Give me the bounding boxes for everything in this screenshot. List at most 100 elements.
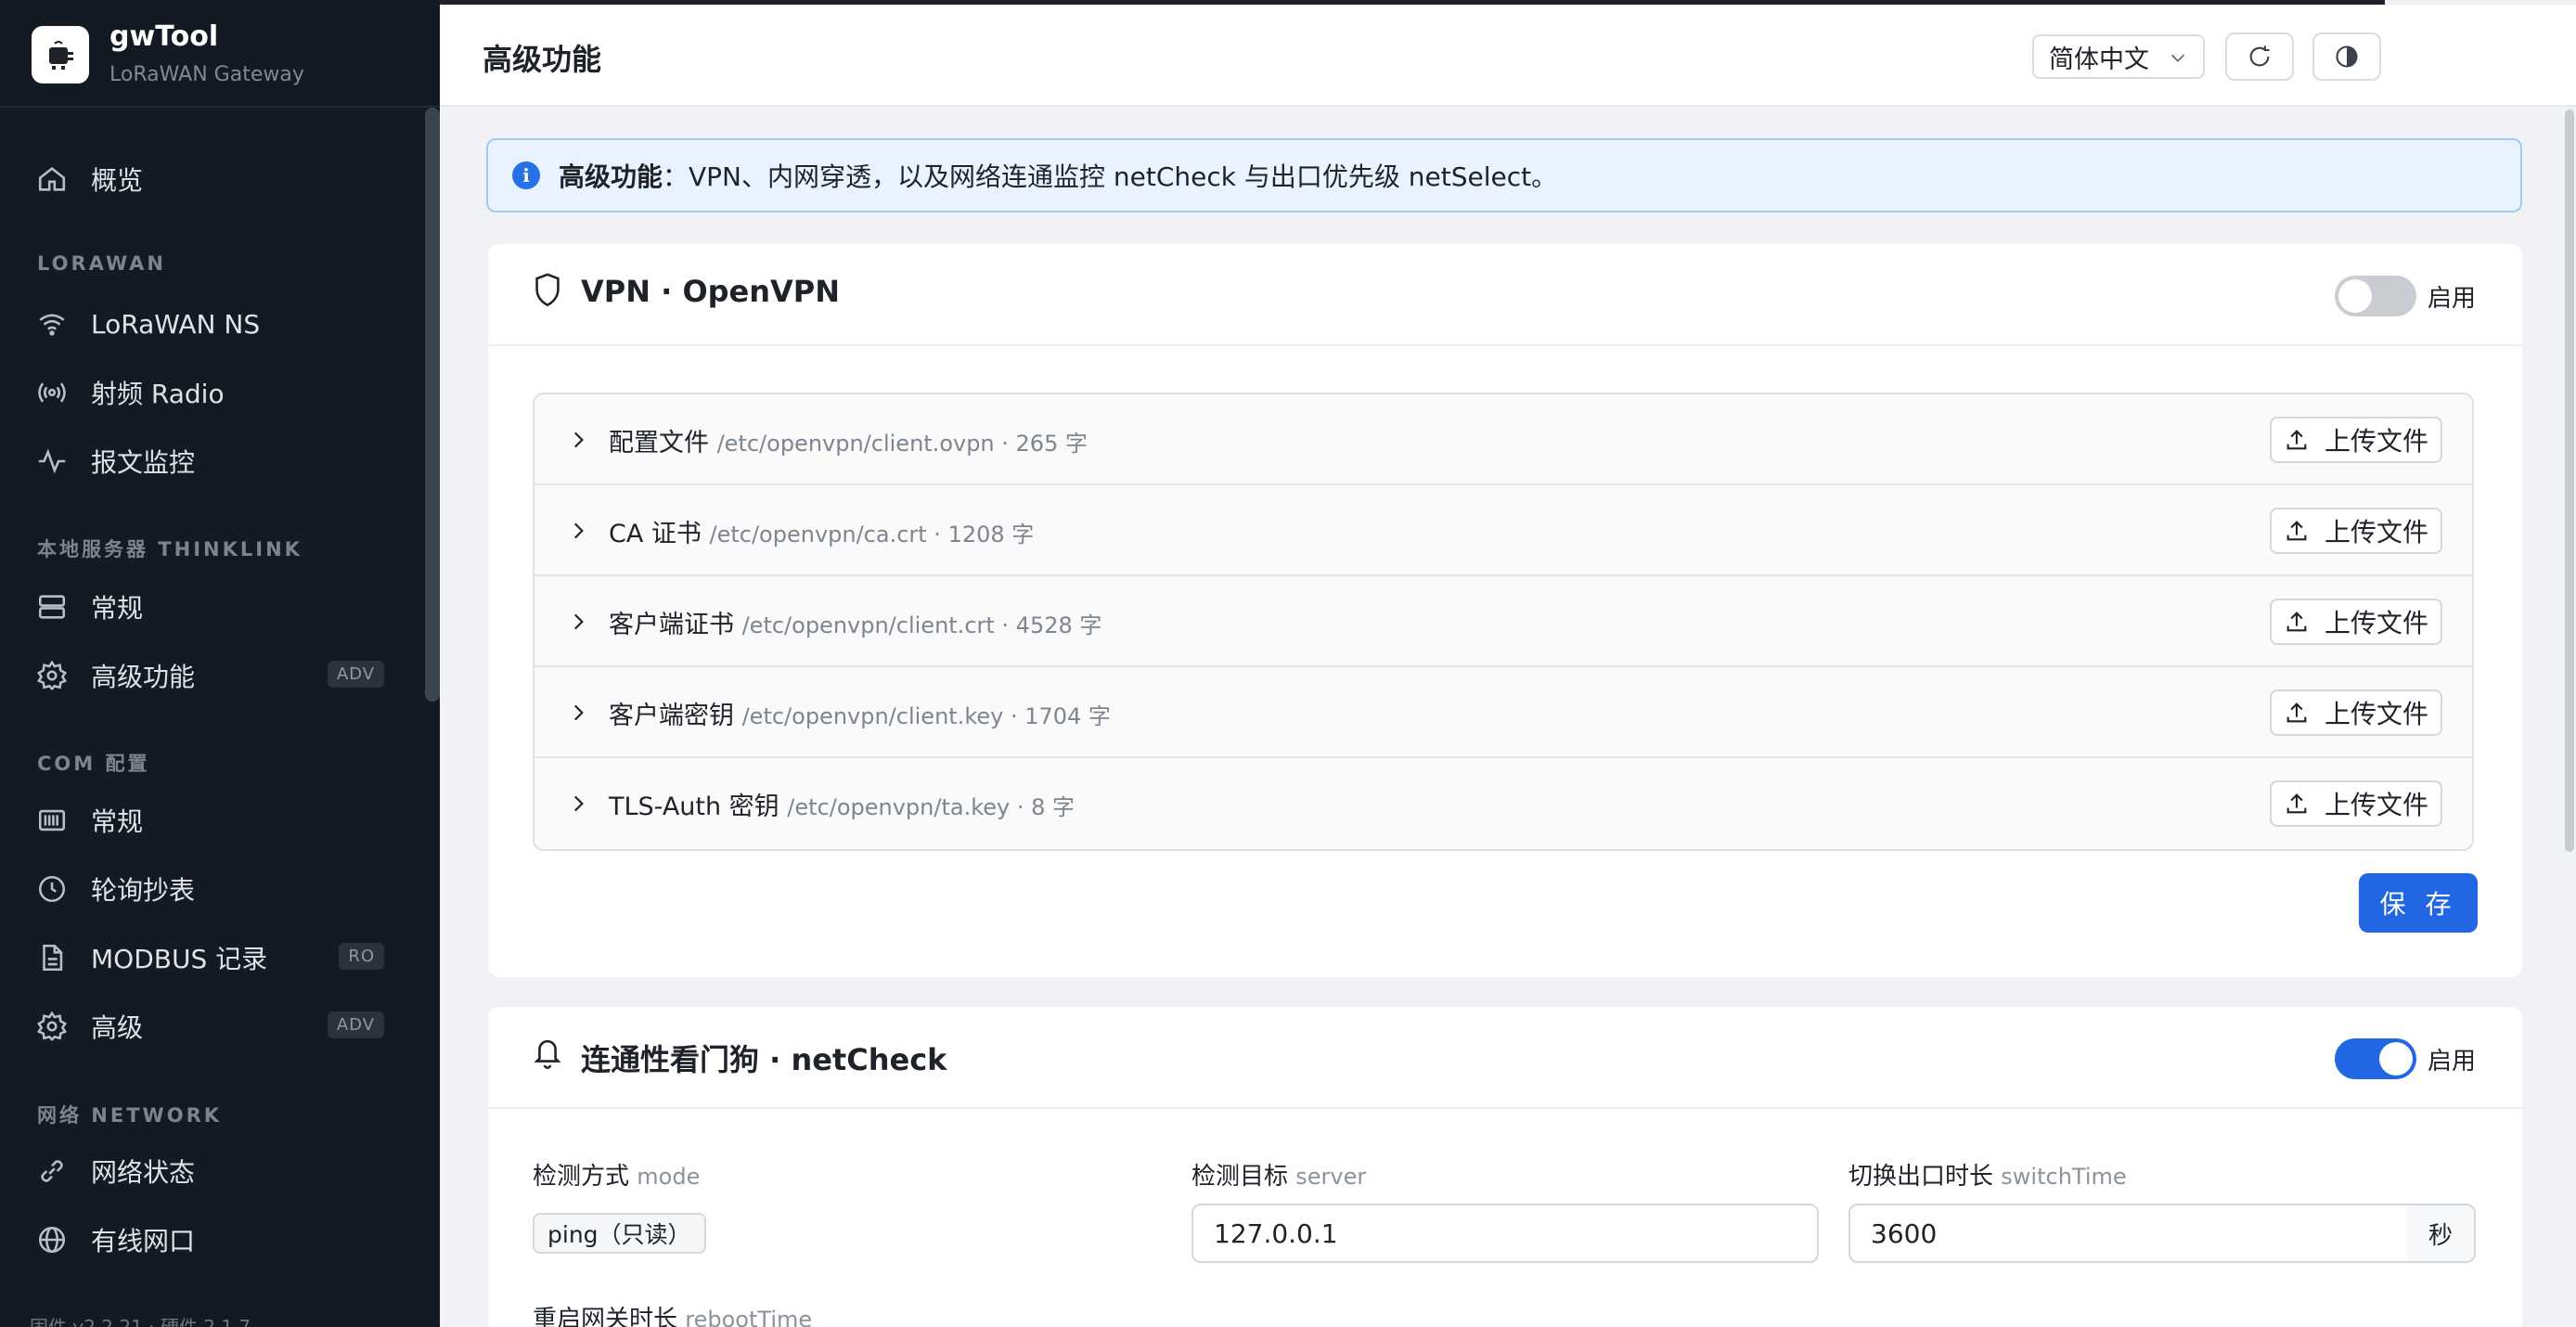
chevron-right-icon — [573, 432, 584, 448]
reboottime-label: 重启网关时长 rebootTime — [533, 1300, 812, 1327]
sidebar-section-lorawan: LORAWAN — [37, 252, 167, 275]
file-row-client-key[interactable]: 客户端密钥 /etc/openvpn/client.key · 1704 字 上… — [535, 667, 2472, 758]
sidebar-section-com: COM 配置 — [37, 753, 150, 775]
upload-icon — [2286, 793, 2307, 814]
label-en: mode — [637, 1164, 701, 1190]
radio-icon — [35, 376, 69, 409]
sidebar-item-label: 高级 — [91, 1012, 144, 1043]
upload-label: 上传文件 — [2324, 790, 2428, 820]
server-input[interactable]: 127.0.0.1 — [1191, 1204, 1819, 1263]
netcheck-enable-label: 启用 — [2428, 1048, 2477, 1076]
gateway-logo-icon — [32, 26, 89, 84]
label-en: server — [1295, 1164, 1367, 1190]
label-zh: 检测方式 — [533, 1163, 630, 1191]
chevron-down-icon — [2170, 54, 2185, 62]
upload-button[interactable]: 上传文件 — [2270, 780, 2442, 827]
upload-button[interactable]: 上传文件 — [2270, 599, 2442, 645]
file-name: TLS-Auth 密钥 — [609, 792, 779, 821]
sidebar-item-modbus-log[interactable]: MODBUS 记录 RO — [35, 932, 406, 984]
main-scrollbar[interactable] — [2565, 110, 2574, 852]
sidebar-item-lorawan-ns[interactable]: LoRaWAN NS — [35, 298, 406, 350]
sidebar-item-label: 网络状态 — [91, 1157, 196, 1188]
link-icon — [35, 1154, 69, 1188]
file-row-tls-auth[interactable]: TLS-Auth 密钥 /etc/openvpn/ta.key · 8 字 上传… — [535, 758, 2472, 849]
switchtime-label: 切换出口时长 switchTime — [1848, 1157, 2127, 1192]
brand: gwTool LoRaWAN Gateway — [0, 0, 440, 108]
label-zh: 重启网关时长 — [533, 1306, 678, 1327]
server-label: 检测目标 server — [1191, 1157, 1366, 1192]
upload-label: 上传文件 — [2324, 517, 2428, 548]
sidebar-section-thinklink: 本地服务器 THINKLINK — [37, 538, 303, 560]
switchtime-unit: 秒 — [2407, 1204, 2476, 1263]
sidebar-item-label: 常规 — [91, 806, 144, 837]
sidebar-item-overview[interactable]: 概览 — [35, 153, 406, 205]
upload-button[interactable]: 上传文件 — [2270, 689, 2442, 736]
file-name: 客户端密钥 — [609, 702, 734, 730]
gear-icon — [35, 659, 69, 692]
vpn-enable-label: 启用 — [2428, 285, 2477, 313]
language-value: 简体中文 — [2049, 45, 2149, 74]
sidebar-item-com-general[interactable]: 常规 — [35, 794, 406, 846]
sidebar-item-network-status[interactable]: 网络状态 — [35, 1145, 406, 1197]
brand-title: gwTool — [109, 20, 219, 53]
theme-toggle-button[interactable] — [2312, 32, 2381, 81]
netcheck-card-title: 连通性看门狗 · netCheck — [581, 1042, 947, 1077]
upload-label: 上传文件 — [2324, 699, 2428, 729]
sidebar-item-label: 有线网口 — [91, 1226, 196, 1256]
netcheck-enable-toggle[interactable] — [2335, 1038, 2416, 1079]
file-path: /etc/openvpn/ta.key · 8 字 — [787, 794, 1075, 820]
sidebar-item-label: MODBUS 记录 — [91, 944, 268, 974]
upload-icon — [2286, 702, 2307, 723]
sidebar-item-thinklink-advanced[interactable]: 高级功能 ADV — [35, 650, 406, 702]
chevron-right-icon — [573, 704, 584, 721]
switchtime-input[interactable]: 3600 — [1848, 1204, 2409, 1263]
file-path: /etc/openvpn/client.ovpn · 265 字 — [716, 431, 1088, 457]
sidebar-item-polling[interactable]: 轮询抄表 — [35, 863, 406, 915]
header: 高级功能 简体中文 — [440, 5, 2576, 107]
upload-button[interactable]: 上传文件 — [2270, 508, 2442, 554]
refresh-icon — [2249, 45, 2270, 67]
globe-icon — [35, 1223, 69, 1256]
sidebar: gwTool LoRaWAN Gateway 概览 LORAWAN LoRaWA… — [0, 0, 440, 1327]
bell-icon — [534, 1039, 561, 1069]
save-button[interactable]: 保 存 — [2359, 873, 2478, 933]
sidebar-scrollbar[interactable] — [425, 108, 440, 702]
sidebar-item-label: 概览 — [91, 165, 144, 196]
clock-icon — [35, 872, 69, 906]
sidebar-item-ethernet[interactable]: 有线网口 — [35, 1214, 406, 1266]
file-row-config[interactable]: 配置文件 /etc/openvpn/client.ovpn · 265 字 上传… — [535, 394, 2472, 485]
ro-badge: RO — [339, 943, 384, 970]
upload-button[interactable]: 上传文件 — [2270, 417, 2442, 463]
sidebar-item-label: 射频 Radio — [91, 379, 225, 409]
vpn-enable-toggle[interactable] — [2335, 276, 2416, 316]
vpn-card: VPN · OpenVPN 启用 配置文件 /etc/openvpn/clien… — [488, 244, 2522, 977]
chevron-right-icon — [573, 613, 584, 630]
file-row-client-cert[interactable]: 客户端证书 /etc/openvpn/client.crt · 4528 字 上… — [535, 576, 2472, 667]
upload-icon — [2286, 521, 2307, 541]
adv-badge: ADV — [327, 661, 384, 688]
file-path: /etc/openvpn/client.key · 1704 字 — [741, 703, 1111, 729]
vpn-card-title: VPN · OpenVPN — [581, 274, 841, 309]
banner-title: 高级功能 — [559, 161, 663, 192]
sidebar-item-label: LoRaWAN NS — [91, 308, 261, 340]
document-icon — [35, 941, 69, 974]
page-title: 高级功能 — [483, 42, 602, 77]
sidebar-item-com-advanced[interactable]: 高级 ADV — [35, 1000, 406, 1052]
sidebar-item-thinklink-general[interactable]: 常规 — [35, 581, 406, 633]
file-name: CA 证书 — [609, 520, 702, 548]
refresh-button[interactable] — [2225, 32, 2294, 81]
sidebar-item-label: 轮询抄表 — [91, 875, 196, 906]
label-en: rebootTime — [685, 1307, 813, 1327]
file-row-ca[interactable]: CA 证书 /etc/openvpn/ca.crt · 1208 字 上传文件 — [535, 485, 2472, 576]
mode-readonly-value: ping（只读） — [533, 1213, 706, 1254]
file-name: 配置文件 — [609, 429, 709, 457]
gear-icon — [35, 1010, 69, 1043]
sidebar-item-packet-monitor[interactable]: 报文监控 — [35, 435, 406, 487]
sidebar-item-radio[interactable]: 射频 Radio — [35, 367, 406, 419]
upload-icon — [2286, 612, 2307, 632]
netcheck-card-header: 连通性看门狗 · netCheck 启用 — [488, 1007, 2522, 1109]
shield-icon — [535, 273, 560, 307]
language-select[interactable]: 简体中文 — [2032, 34, 2205, 79]
wifi-icon — [35, 307, 69, 341]
toggle-knob — [2379, 1042, 2413, 1076]
